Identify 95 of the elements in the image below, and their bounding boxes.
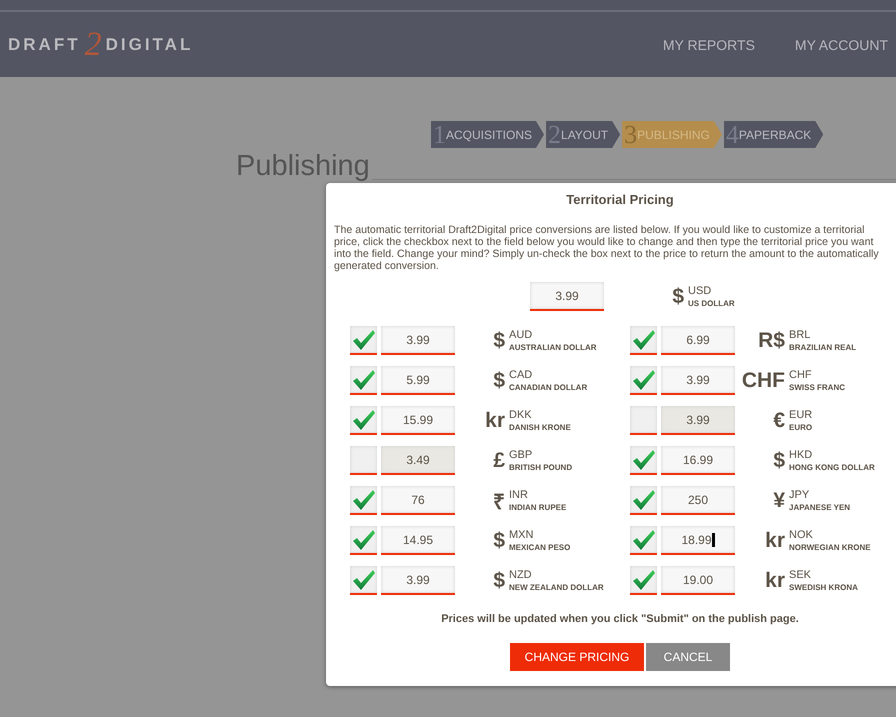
currency-name: BRITISH POUND [509, 463, 572, 472]
currency-code: CHF [789, 369, 813, 381]
cancel-button[interactable]: CANCEL [646, 643, 730, 671]
price-field[interactable]: 76 [381, 486, 455, 515]
price-field[interactable]: 3.49 [381, 446, 455, 475]
currency-symbol: $ [671, 284, 684, 308]
checkbox[interactable] [630, 486, 657, 515]
price-field[interactable]: 3.99 [530, 282, 604, 311]
check-icon [352, 530, 374, 550]
currency-name: AUSTRALIAN DOLLAR [509, 343, 597, 352]
check-icon [632, 530, 654, 550]
check-icon [352, 570, 374, 590]
currency-code: USD [688, 285, 712, 297]
currency-name: DANISH KRONE [509, 423, 571, 432]
currency-symbol: £ [492, 448, 505, 472]
currency-symbol: $ [492, 328, 505, 352]
check-icon [632, 370, 654, 390]
currency-code: BRL [789, 329, 812, 341]
price-field[interactable]: 19.00 [661, 566, 735, 595]
nav-link[interactable]: MY REPORTS [662, 36, 755, 52]
checkbox[interactable] [350, 366, 377, 395]
checkbox[interactable] [350, 566, 377, 595]
currency-code: DKK [509, 409, 533, 421]
intro-text: The automatic territorial Draft2Digital price conversions are listed below. If you would like to customize a territorial price, click the checkbox next to the field below you would like to change and then type the territorial price you want into the field. Change your mind? Simply un-check the box next to the price to return the amount to the automatically generated conversion. [334, 224, 880, 272]
currency-code: SEK [789, 569, 812, 581]
currency-symbol: ₹ [492, 490, 505, 514]
text-cursor [712, 532, 715, 546]
currency-code: JPY [789, 489, 810, 501]
checkbox[interactable] [630, 526, 657, 555]
checkbox[interactable] [350, 326, 377, 355]
price-field[interactable]: 6.99 [661, 326, 735, 355]
check-icon [632, 570, 654, 590]
currency-symbol: kr [764, 528, 785, 552]
checkbox[interactable] [350, 526, 377, 555]
price-field[interactable]: 18.99 [661, 526, 735, 555]
currency-symbol: $ [492, 528, 505, 552]
check-icon [632, 490, 654, 510]
currency-name: CANADIAN DOLLAR [509, 383, 588, 392]
nav-link[interactable]: MY ACCOUNT [794, 36, 888, 52]
currency-symbol: kr [484, 408, 505, 432]
currency-name: SWISS FRANC [789, 383, 845, 392]
note-text: Prices will be updated when you click "Submit" on the publish page. [440, 613, 800, 625]
checkbox[interactable] [630, 566, 657, 595]
currency-name: INDIAN RUPEE [509, 503, 566, 512]
price-field[interactable]: 16.99 [661, 446, 735, 475]
currency-code: HKD [789, 449, 814, 461]
dialog-title: Territorial Pricing [565, 192, 675, 207]
currency-code: EUR [789, 409, 812, 421]
currency-name: HONG KONG DOLLAR [789, 463, 875, 472]
currency-code: NZD [509, 569, 533, 581]
currency-name: SWEDISH KRONA [789, 583, 858, 592]
checkbox[interactable] [630, 406, 657, 435]
currency-code: CAD [509, 369, 534, 381]
currency-symbol: kr [764, 568, 785, 592]
currency-code: INR [509, 489, 529, 501]
price-field[interactable]: 3.99 [381, 326, 455, 355]
price-field[interactable]: 14.95 [381, 526, 455, 555]
checkbox[interactable] [350, 486, 377, 515]
check-icon [352, 490, 374, 510]
checkbox[interactable] [350, 446, 377, 475]
currency-code: AUD [509, 329, 534, 341]
currency-name: MEXICAN PESO [509, 543, 570, 552]
price-field[interactable]: 15.99 [381, 406, 455, 435]
price-field[interactable]: 250 [661, 486, 735, 515]
checkbox[interactable] [630, 326, 657, 355]
price-field[interactable]: 3.99 [661, 406, 735, 435]
currency-code: NOK [789, 529, 814, 541]
currency-code: GBP [509, 449, 534, 461]
checkbox[interactable] [630, 446, 657, 475]
currency-name: EURO [789, 423, 812, 432]
currency-symbol: $ [492, 368, 505, 392]
page-title: Publishing [236, 150, 370, 183]
check-icon [352, 410, 374, 430]
currency-code: MXN [509, 529, 534, 541]
currency-symbol: € [772, 408, 785, 432]
change-pricing-button[interactable]: CHANGE PRICING [510, 643, 644, 671]
currency-symbol: R$ [757, 328, 785, 352]
check-icon [352, 330, 374, 350]
check-icon [632, 330, 654, 350]
currency-symbol: $ [492, 568, 505, 592]
currency-name: NEW ZEALAND DOLLAR [509, 583, 604, 592]
price-field[interactable]: 3.99 [381, 566, 455, 595]
checkbox[interactable] [350, 406, 377, 435]
currency-symbol: ¥ [772, 488, 785, 512]
price-field[interactable]: 3.99 [661, 366, 735, 395]
price-field[interactable]: 5.99 [381, 366, 455, 395]
currency-name: US DOLLAR [688, 299, 735, 308]
check-icon [632, 450, 654, 470]
currency-name: JAPANESE YEN [789, 503, 850, 512]
currency-symbol: $ [772, 448, 785, 472]
currency-name: NORWEGIAN KRONE [789, 543, 871, 552]
checkbox[interactable] [630, 366, 657, 395]
currency-symbol: CHF [740, 368, 785, 392]
currency-name: BRAZILIAN REAL [789, 343, 856, 352]
check-icon [352, 370, 374, 390]
